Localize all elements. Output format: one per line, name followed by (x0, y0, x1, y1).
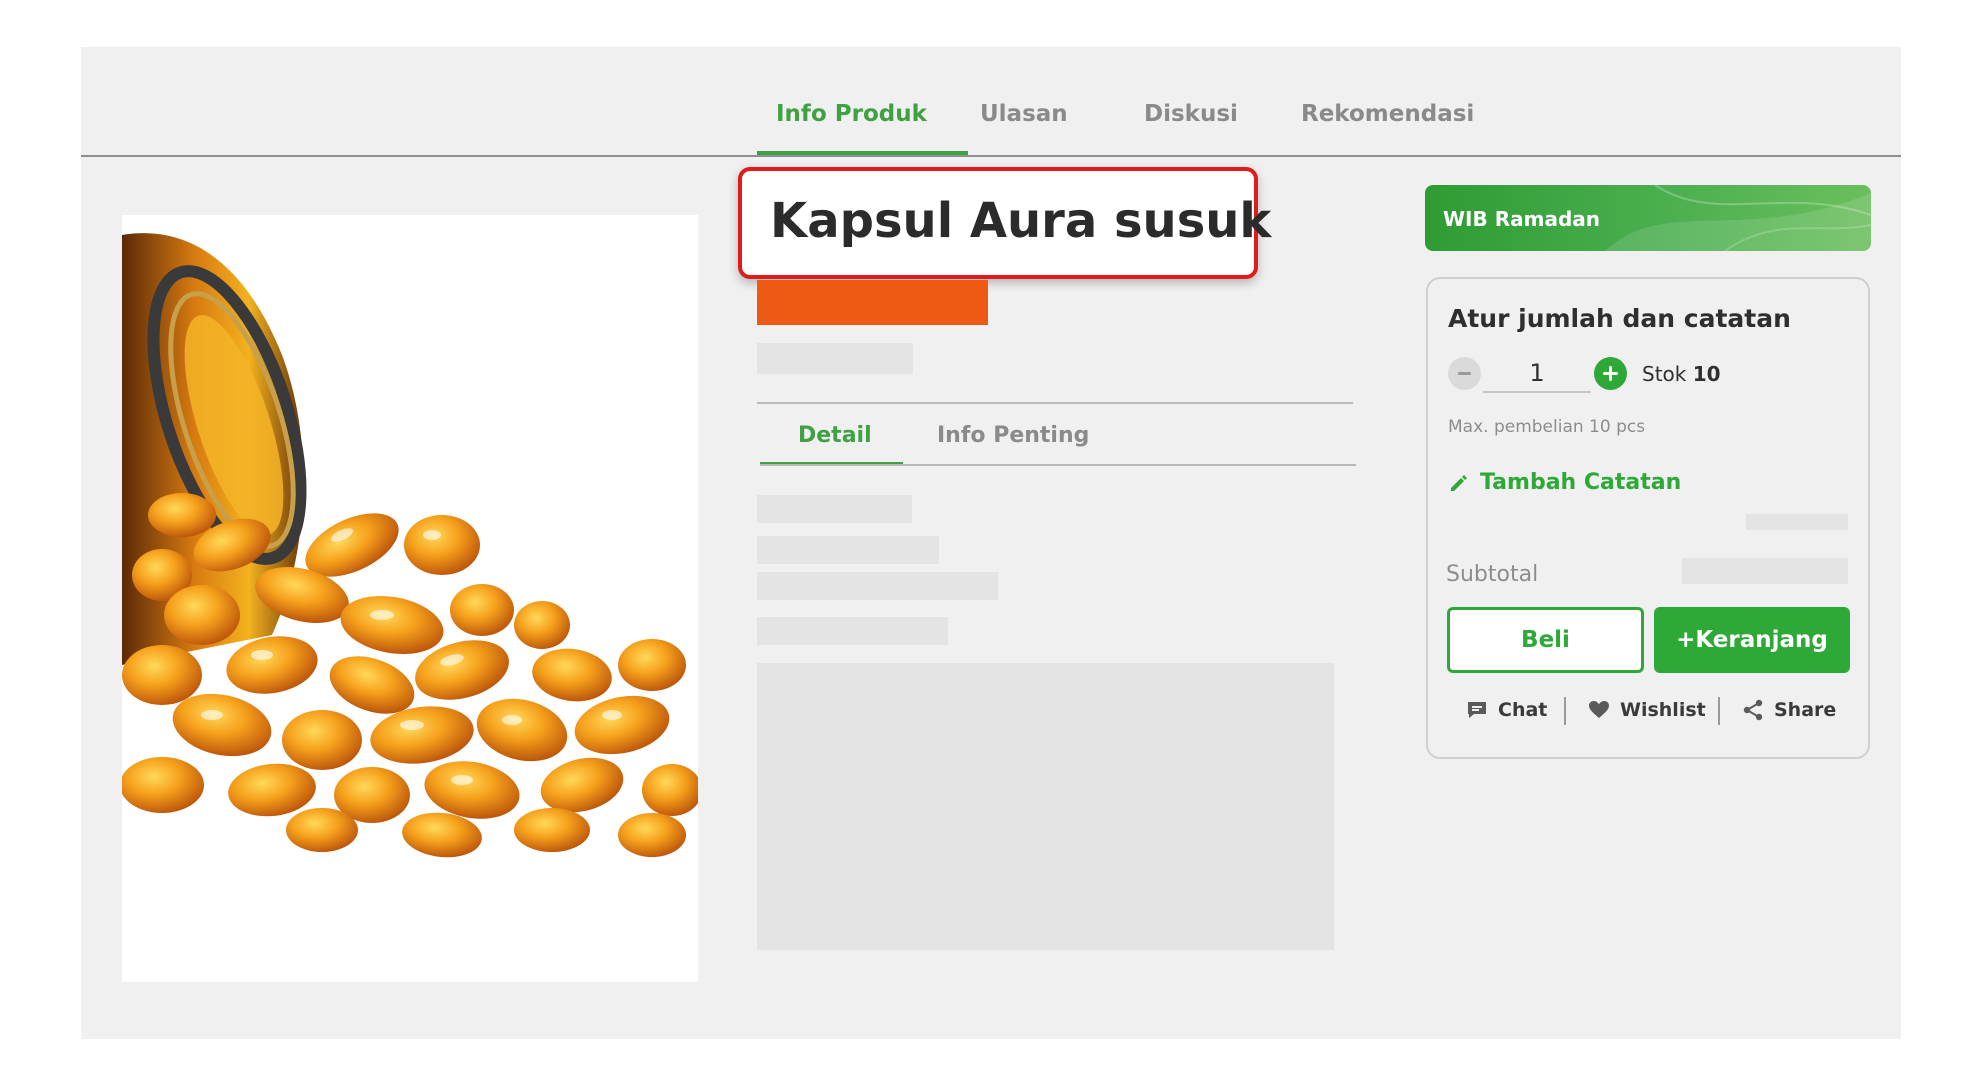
tabs-divider (81, 155, 1901, 157)
sold-count-placeholder (757, 343, 913, 374)
action-separator (1564, 697, 1566, 725)
wishlist-link[interactable]: Wishlist (1588, 699, 1706, 721)
chat-label: Chat (1498, 699, 1548, 721)
tab-diskusi[interactable]: Diskusi (1144, 101, 1238, 127)
action-separator (1718, 697, 1720, 725)
card-title: Atur jumlah dan catatan (1448, 304, 1791, 333)
decrease-quantity-button[interactable] (1448, 357, 1481, 390)
tab-info-produk[interactable]: Info Produk (776, 101, 927, 127)
increase-quantity-button[interactable] (1594, 357, 1627, 390)
tab-detail[interactable]: Detail (798, 423, 872, 448)
chat-link[interactable]: Chat (1466, 699, 1547, 721)
add-to-cart-button[interactable]: +Keranjang (1654, 607, 1850, 673)
heart-icon (1589, 701, 1609, 718)
stock-label: Stok (1642, 362, 1687, 386)
add-note-link[interactable]: Tambah Catatan (1448, 467, 1681, 497)
pencil-icon (1451, 475, 1467, 491)
share-icon (1743, 699, 1763, 721)
description-placeholder (757, 663, 1334, 950)
detail-line-placeholder (757, 617, 948, 645)
quantity-input[interactable] (1483, 355, 1591, 393)
share-link[interactable]: Share (1742, 699, 1836, 721)
tab-info-penting[interactable]: Info Penting (937, 423, 1089, 448)
subtotal-label: Subtotal (1446, 562, 1539, 587)
add-note-label: Tambah Catatan (1480, 469, 1682, 495)
action-links: Chat Wishlist Share (1428, 695, 1868, 729)
product-tabs: Info Produk Ulasan Diskusi Rekomendasi (81, 47, 1901, 157)
chat-icon (1468, 702, 1486, 718)
buy-button[interactable]: Beli (1447, 607, 1644, 673)
quantity-note-card: Atur jumlah dan catatan Stok 10 Max. pem… (1426, 277, 1870, 759)
stock-info: Stok 10 (1642, 362, 1721, 386)
detail-divider-top (757, 402, 1353, 404)
promo-banner[interactable]: WIB Ramadan (1425, 185, 1871, 251)
subtotal-value-placeholder (1682, 558, 1848, 584)
stock-value: 10 (1692, 362, 1721, 386)
detail-line-placeholder (757, 536, 939, 564)
promo-label: WIB Ramadan (1443, 207, 1600, 231)
product-image[interactable] (122, 215, 698, 982)
product-title-highlight: Kapsul Aura susuk (738, 167, 1271, 279)
price-detail-placeholder (1746, 514, 1848, 530)
detail-divider-bottom (760, 464, 1356, 466)
detail-line-placeholder (757, 572, 998, 600)
max-purchase-note: Max. pembelian 10 pcs (1448, 417, 1646, 437)
product-title: Kapsul Aura susuk (770, 193, 1272, 249)
price-placeholder (757, 280, 988, 325)
tab-ulasan[interactable]: Ulasan (980, 101, 1068, 127)
share-label: Share (1774, 699, 1837, 721)
tab-rekomendasi[interactable]: Rekomendasi (1301, 101, 1474, 127)
capsules-illustration (122, 233, 698, 858)
product-page-panel: Info Produk Ulasan Diskusi Rekomendasi K… (81, 47, 1901, 1039)
detail-line-placeholder (757, 495, 912, 523)
wishlist-label: Wishlist (1620, 699, 1706, 721)
